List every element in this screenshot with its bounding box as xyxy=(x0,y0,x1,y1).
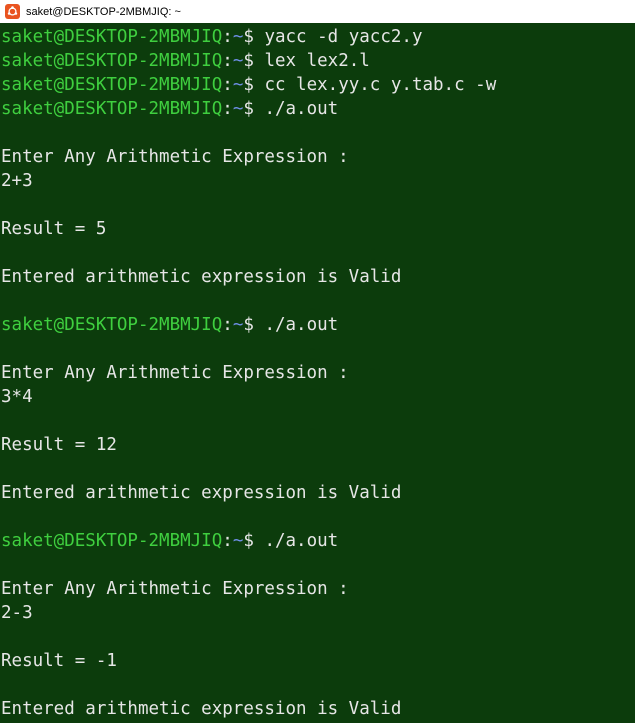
output-line: 3*4 xyxy=(1,387,33,407)
command-text: lex lex2.l xyxy=(264,51,370,71)
prompt-symbol: $ xyxy=(243,315,265,335)
prompt-line: saket@DESKTOP-2MBMJIQ:~$ cc lex.yy.c y.t… xyxy=(1,73,496,97)
prompt-symbol: $ xyxy=(243,75,265,95)
ubuntu-icon xyxy=(5,4,20,19)
prompt-path: ~ xyxy=(232,51,244,71)
prompt-path: ~ xyxy=(232,99,244,119)
output-line: Entered arithmetic expression is Valid xyxy=(1,699,402,719)
prompt-separator: : xyxy=(222,531,233,551)
command-text: ./a.out xyxy=(264,99,339,119)
title-bar[interactable]: saket@DESKTOP-2MBMJIQ: ~ xyxy=(0,0,635,23)
command-text: ./a.out xyxy=(264,315,339,335)
prompt-symbol: $ xyxy=(243,51,265,71)
prompt-separator: : xyxy=(222,51,233,71)
prompt-user-host: saket@DESKTOP-2MBMJIQ xyxy=(1,75,223,95)
window-title: saket@DESKTOP-2MBMJIQ: ~ xyxy=(26,5,181,18)
prompt-path: ~ xyxy=(232,75,244,95)
prompt-user-host: saket@DESKTOP-2MBMJIQ xyxy=(1,531,223,551)
prompt-path: ~ xyxy=(232,27,244,47)
command-text: ./a.out xyxy=(264,531,339,551)
prompt-symbol: $ xyxy=(243,27,265,47)
output-line: Result = 5 xyxy=(1,219,107,239)
prompt-user-host: saket@DESKTOP-2MBMJIQ xyxy=(1,99,223,119)
output-line: Enter Any Arithmetic Expression : xyxy=(1,579,349,599)
prompt-path: ~ xyxy=(232,531,244,551)
output-line: Entered arithmetic expression is Valid xyxy=(1,483,402,503)
prompt-symbol: $ xyxy=(243,99,265,119)
prompt-separator: : xyxy=(222,27,233,47)
terminal-output[interactable]: saket@DESKTOP-2MBMJIQ:~$ yacc -d yacc2.y… xyxy=(0,23,635,723)
command-text: yacc -d yacc2.y xyxy=(264,27,423,47)
output-line: Entered arithmetic expression is Valid xyxy=(1,267,402,287)
prompt-path: ~ xyxy=(232,315,244,335)
output-line: Enter Any Arithmetic Expression : xyxy=(1,363,349,383)
prompt-line: saket@DESKTOP-2MBMJIQ:~$ yacc -d yacc2.y xyxy=(1,25,422,49)
output-line: 2-3 xyxy=(1,603,33,623)
output-line: 2+3 xyxy=(1,171,33,191)
prompt-line: saket@DESKTOP-2MBMJIQ:~$ ./a.out xyxy=(1,313,338,337)
prompt-separator: : xyxy=(222,75,233,95)
prompt-line: saket@DESKTOP-2MBMJIQ:~$ ./a.out xyxy=(1,529,338,553)
output-line: Enter Any Arithmetic Expression : xyxy=(1,147,349,167)
command-text: cc lex.yy.c y.tab.c -w xyxy=(264,75,497,95)
prompt-separator: : xyxy=(222,315,233,335)
output-line: Result = 12 xyxy=(1,435,117,455)
prompt-separator: : xyxy=(222,99,233,119)
prompt-user-host: saket@DESKTOP-2MBMJIQ xyxy=(1,315,223,335)
terminal-window: saket@DESKTOP-2MBMJIQ: ~ saket@DESKTOP-2… xyxy=(0,0,635,723)
prompt-symbol: $ xyxy=(243,531,265,551)
prompt-user-host: saket@DESKTOP-2MBMJIQ xyxy=(1,51,223,71)
prompt-user-host: saket@DESKTOP-2MBMJIQ xyxy=(1,27,223,47)
prompt-line: saket@DESKTOP-2MBMJIQ:~$ lex lex2.l xyxy=(1,49,370,73)
prompt-line: saket@DESKTOP-2MBMJIQ:~$ ./a.out xyxy=(1,97,338,121)
output-line: Result = -1 xyxy=(1,651,117,671)
